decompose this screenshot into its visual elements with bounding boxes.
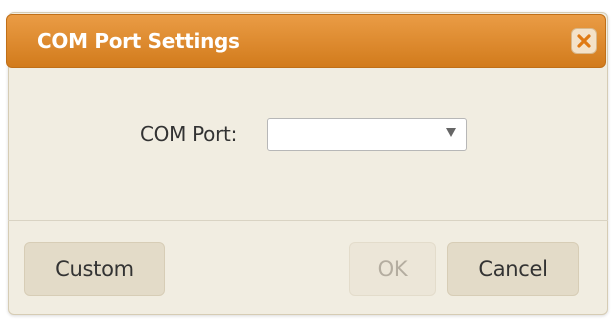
com-port-label: COM Port: [140,122,238,146]
dialog-titlebar: COM Port Settings [6,14,606,68]
footer-divider [8,220,608,221]
com-port-select[interactable] [267,118,467,151]
close-x-icon [577,34,591,48]
close-button[interactable] [571,28,597,54]
ok-button[interactable]: OK [349,242,436,296]
cancel-button[interactable]: Cancel [447,242,579,296]
dropdown-arrow-icon [446,128,456,137]
dialog-title: COM Port Settings [37,29,240,53]
com-port-field-row: COM Port: [0,118,613,152]
custom-button[interactable]: Custom [24,242,165,296]
